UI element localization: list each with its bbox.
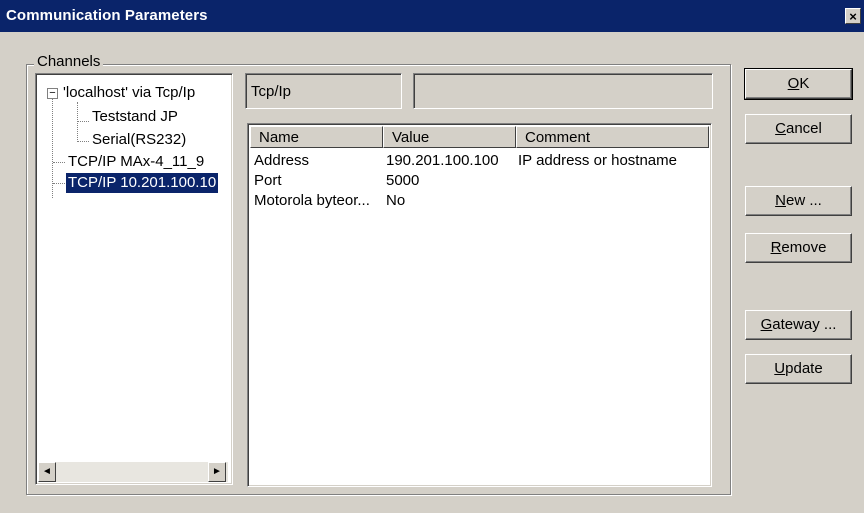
ok-mnemonic: O <box>787 75 800 92</box>
table-cell-value[interactable]: 190.201.100.100 <box>386 152 499 169</box>
collapse-icon[interactable]: − <box>47 88 58 99</box>
channels-tree[interactable]: − 'localhost' via Tcp/Ip Teststand JP Se… <box>35 73 233 485</box>
scroll-right-icon[interactable]: ► <box>208 462 226 482</box>
table-cell-name[interactable]: Port <box>254 172 282 189</box>
column-header-comment[interactable]: Comment <box>516 126 709 148</box>
tree-connector <box>77 102 78 142</box>
update-mnemonic: U <box>774 360 786 377</box>
cancel-button[interactable]: Cancel <box>745 114 852 144</box>
tree-connector <box>77 121 89 122</box>
gateway-mnemonic: G <box>760 316 773 333</box>
new-button[interactable]: New ... <box>745 186 852 216</box>
window-title: Communication Parameters <box>6 7 208 24</box>
tree-horizontal-scrollbar[interactable]: ◄ ► <box>38 462 228 482</box>
communication-parameters-dialog: Communication Parameters × Channels − 'l… <box>0 0 864 513</box>
new-mnemonic: N <box>775 192 786 209</box>
remove-mnemonic: R <box>770 239 782 256</box>
cancel-mnemonic: C <box>775 120 786 137</box>
update-button[interactable]: Update <box>745 354 852 384</box>
title-bar: Communication Parameters <box>0 0 864 32</box>
tree-item-localhost[interactable]: 'localhost' via Tcp/Ip <box>63 83 195 103</box>
close-icon[interactable]: × <box>845 8 861 24</box>
tree-item-serial-rs232[interactable]: Serial(RS232) <box>92 130 186 150</box>
gateway-button[interactable]: Gateway ... <box>745 310 852 340</box>
tree-connector <box>77 141 89 142</box>
tree-connector <box>53 162 65 163</box>
column-header-value[interactable]: Value <box>383 126 516 148</box>
ok-button[interactable]: OK <box>744 68 853 100</box>
tree-item-tcpip-max[interactable]: TCP/IP MAx-4_11_9 <box>68 152 204 172</box>
remove-button[interactable]: Remove <box>745 233 852 263</box>
driver-description-field <box>413 73 713 109</box>
scroll-left-icon[interactable]: ◄ <box>38 462 56 482</box>
table-cell-comment: IP address or hostname <box>518 152 677 169</box>
table-cell-name[interactable]: Address <box>254 152 309 169</box>
channels-group-label: Channels <box>34 53 104 70</box>
tree-connector <box>53 183 65 184</box>
parameters-table[interactable]: Name Value Comment Address 190.201.100.1… <box>247 123 712 487</box>
column-header-name[interactable]: Name <box>250 126 383 148</box>
table-cell-name[interactable]: Motorola byteor... <box>254 192 370 209</box>
tree-item-tcpip-selected[interactable]: TCP/IP 10.201.100.10 <box>66 173 219 193</box>
table-cell-value[interactable]: No <box>386 192 405 209</box>
driver-name-field: Tcp/Ip <box>245 73 402 109</box>
table-cell-value[interactable]: 5000 <box>386 172 419 189</box>
tree-item-teststand-jp[interactable]: Teststand JP <box>92 107 178 127</box>
